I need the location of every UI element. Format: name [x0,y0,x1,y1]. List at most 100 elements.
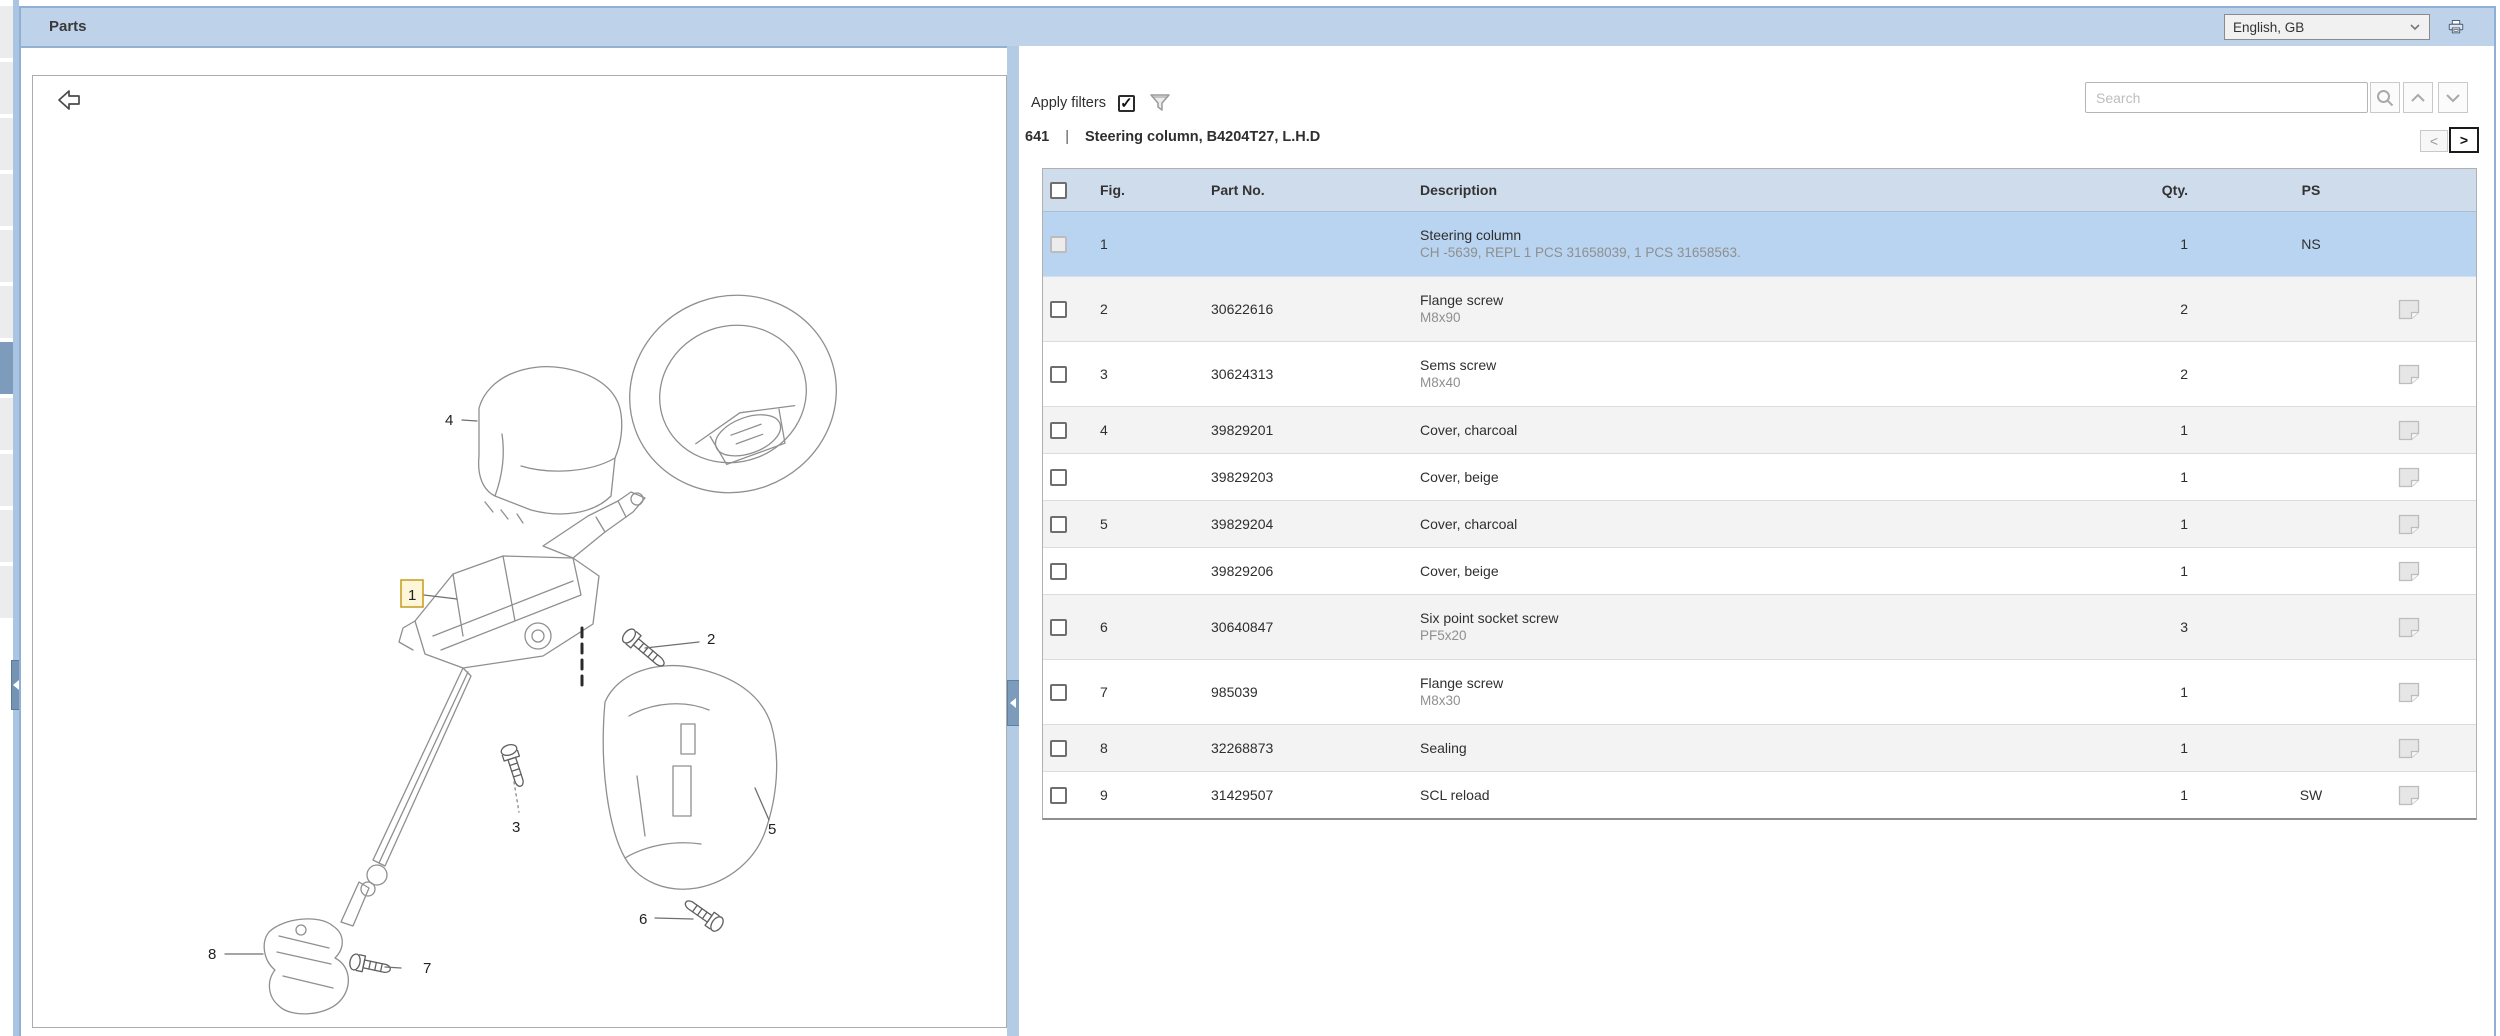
filter-icon[interactable] [1149,93,1171,113]
table-row[interactable]: 9 31429507 SCL reload 1 SW [1043,772,2476,818]
description-text: SCL reload [1420,787,1490,803]
description-text: Sealing [1420,740,1467,756]
description-text: Cover, charcoal [1420,422,1518,438]
next-page-button[interactable]: > [2449,127,2479,153]
qty-cell: 1 [2180,740,2188,756]
part-no-cell: 30624313 [1211,366,1274,382]
leader-lines [224,419,770,969]
fig-cell: 9 [1100,787,1108,803]
chevron-left-icon [1010,698,1016,708]
fig-cell: 1 [1100,236,1108,252]
language-select[interactable]: English, GB [2224,14,2430,40]
row-checkbox[interactable] [1050,739,1067,757]
description-cell: Steering column CH -5639, REPL 1 PCS 316… [1413,226,2016,262]
side-rail-item[interactable] [0,230,13,282]
fig-cell: 4 [1100,422,1108,438]
qty-cell: 1 [2180,422,2188,438]
side-rail-item[interactable] [0,398,13,450]
search-next-button[interactable] [2438,82,2468,113]
note-icon[interactable] [2398,467,2420,488]
table-row[interactable]: 6 30640847 Six point socket screw PF5x20… [1043,595,2476,660]
print-button[interactable] [2442,13,2470,40]
table-row[interactable]: 3 30624313 Sems screw M8x40 2 [1043,342,2476,407]
note-icon[interactable] [2398,420,2420,441]
cover-4-sketch [477,366,623,524]
row-checkbox[interactable] [1050,235,1067,253]
apply-filters-checkbox[interactable]: ✓ [1117,94,1135,112]
row-checkbox[interactable] [1050,365,1067,383]
qty-cell: 1 [2180,516,2188,532]
col-header-part-no: Part No. [1211,182,1265,198]
panel-splitter[interactable] [1007,46,1019,1036]
side-rail-item[interactable] [0,454,13,506]
side-rail-item[interactable] [0,566,13,618]
bolt-7-sketch [349,953,391,974]
diagram-callout-5[interactable]: 5 [768,821,776,838]
row-checkbox[interactable] [1050,683,1067,701]
search-button[interactable] [2370,82,2400,113]
part-no-cell: 39829206 [1211,563,1274,579]
col-header-fig: Fig. [1100,182,1125,198]
row-checkbox[interactable] [1050,618,1067,636]
side-rail-item[interactable] [0,62,13,114]
table-row[interactable]: 4 39829201 Cover, charcoal 1 [1043,407,2476,454]
diagram-callout-2[interactable]: 2 [707,631,715,648]
search-prev-button[interactable] [2403,82,2433,113]
side-rail-item[interactable] [0,174,13,226]
filters-row: Apply filters ✓ [1031,92,1171,114]
side-rail-item[interactable] [0,118,13,170]
note-icon[interactable] [2398,738,2420,759]
description-text: Cover, beige [1420,469,1499,485]
note-icon[interactable] [2398,561,2420,582]
diagram-callout-6[interactable]: 6 [639,911,647,928]
table-row[interactable]: 39829206 Cover, beige 1 [1043,548,2476,595]
select-all-checkbox[interactable] [1050,181,1067,199]
diagram-callout-7[interactable]: 7 [423,960,431,977]
part-no-cell: 31429507 [1211,787,1274,803]
table-row[interactable]: 7 985039 Flange screw M8x30 1 [1043,660,2476,725]
part-no-cell: 39829204 [1211,516,1274,532]
row-checkbox[interactable] [1050,421,1067,439]
row-checkbox[interactable] [1050,300,1067,318]
description-cell: Cover, beige [1413,562,2016,580]
bolt-2-sketch [621,628,665,667]
side-rail-item[interactable] [0,6,13,58]
side-rail-item-active[interactable] [0,342,13,394]
table-row[interactable]: 1 Steering column CH -5639, REPL 1 PCS 3… [1043,212,2476,277]
steering-column-sketch [398,491,646,669]
diagram-callout-4[interactable]: 4 [445,412,453,429]
ps-cell: NS [2301,236,2321,252]
note-icon[interactable] [2398,364,2420,385]
row-checkbox[interactable] [1050,468,1067,486]
chevron-down-icon [2446,93,2460,102]
table-row[interactable]: 5 39829204 Cover, charcoal 1 [1043,501,2476,548]
side-rail-item[interactable] [0,286,13,338]
diagram-callout-3[interactable]: 3 [512,819,520,836]
table-row[interactable]: 39829203 Cover, beige 1 [1043,454,2476,501]
row-checkbox[interactable] [1050,562,1067,580]
description-cell: Flange screw M8x90 [1413,291,2016,327]
table-row[interactable]: 8 32268873 Sealing 1 [1043,725,2476,772]
steering-shaft-sketch [340,667,472,927]
search-input[interactable] [2085,82,2368,113]
qty-cell: 1 [2180,236,2188,252]
note-icon[interactable] [2398,682,2420,703]
diagram-callout-1[interactable]: 1 [408,587,416,604]
note-icon[interactable] [2398,514,2420,535]
part-no-cell: 985039 [1211,684,1258,700]
note-icon[interactable] [2398,785,2420,806]
apply-filters-label: Apply filters [1031,95,1106,111]
diagram-panel: 1 2 3 4 5 6 7 8 [32,75,1007,1028]
row-checkbox[interactable] [1050,786,1067,804]
chevron-up-icon [2411,93,2425,102]
row-checkbox[interactable] [1050,515,1067,533]
qty-cell: 2 [2180,301,2188,317]
col-header-ps: PS [2301,182,2321,198]
note-icon[interactable] [2398,617,2420,638]
note-icon[interactable] [2398,299,2420,320]
diagram-callout-8[interactable]: 8 [208,946,216,963]
prev-page-button[interactable]: < [2420,130,2448,152]
table-row[interactable]: 2 30622616 Flange screw M8x90 2 [1043,277,2476,342]
side-rail-item[interactable] [0,510,13,562]
col-header-qty: Qty. [2161,182,2188,198]
